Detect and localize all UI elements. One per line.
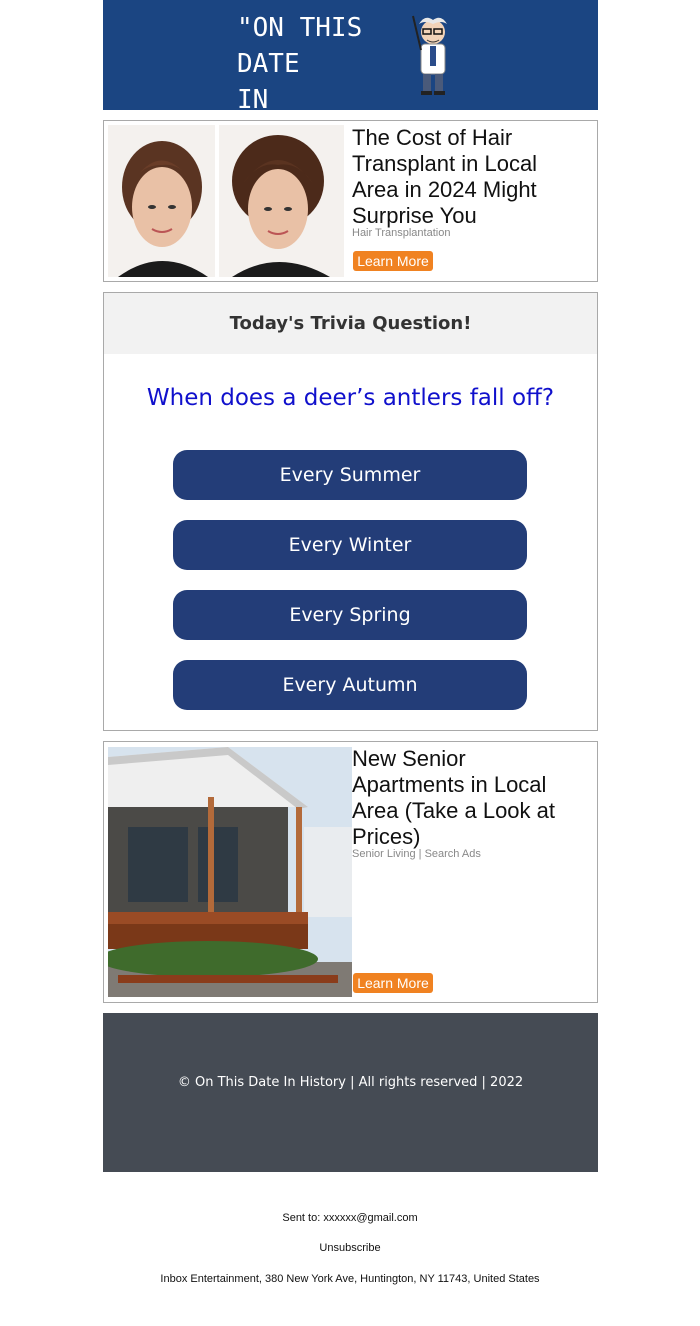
professor-mascot-icon: [412, 15, 447, 95]
trivia-question: When does a deer’s antlers fall off?: [146, 385, 555, 411]
sent-to-line: Sent to: xxxxxx@gmail.com: [0, 1212, 700, 1224]
sent-to-label: Sent to:: [282, 1212, 321, 1224]
brand-line-1: "ON THIS DATE: [237, 13, 363, 79]
hair-transplant-photo: [108, 125, 344, 277]
footer-band: © On This Date In History | All rights r…: [103, 1013, 598, 1172]
ad-source: Senior Living | Search Ads: [352, 848, 481, 860]
answer-button-summer[interactable]: Every Summer: [173, 450, 527, 500]
brand-header: "ON THIS DATE IN HISTORY...": [103, 0, 598, 151]
trivia-heading: Today's Trivia Question!: [104, 293, 597, 354]
ad-senior-apartments[interactable]: New Senior Apartments in Local Area (Tak…: [103, 741, 598, 1003]
ad-hair-transplant[interactable]: The Cost of Hair Transplant in Local Are…: [103, 120, 598, 282]
postal-address: Inbox Entertainment, 380 New York Ave, H…: [160, 1273, 540, 1285]
answer-button-winter[interactable]: Every Winter: [173, 520, 527, 570]
learn-more-button[interactable]: Learn More: [353, 251, 433, 271]
learn-more-button[interactable]: Learn More: [353, 973, 433, 993]
senior-apartment-photo: [108, 747, 352, 997]
ad-source: Hair Transplantation: [352, 227, 451, 239]
copyright-text: © On This Date In History | All rights r…: [177, 1075, 524, 1090]
ad-title[interactable]: New Senior Apartments in Local Area (Tak…: [352, 746, 582, 850]
ad-title[interactable]: The Cost of Hair Transplant in Local Are…: [352, 125, 582, 229]
unsubscribe-link[interactable]: Unsubscribe: [0, 1242, 700, 1254]
sent-to-email: xxxxxx@gmail.com: [323, 1212, 418, 1224]
answer-button-spring[interactable]: Every Spring: [173, 590, 527, 640]
trivia-card: Today's Trivia Question! When does a dee…: [103, 292, 598, 731]
answer-button-autumn[interactable]: Every Autumn: [173, 660, 527, 710]
